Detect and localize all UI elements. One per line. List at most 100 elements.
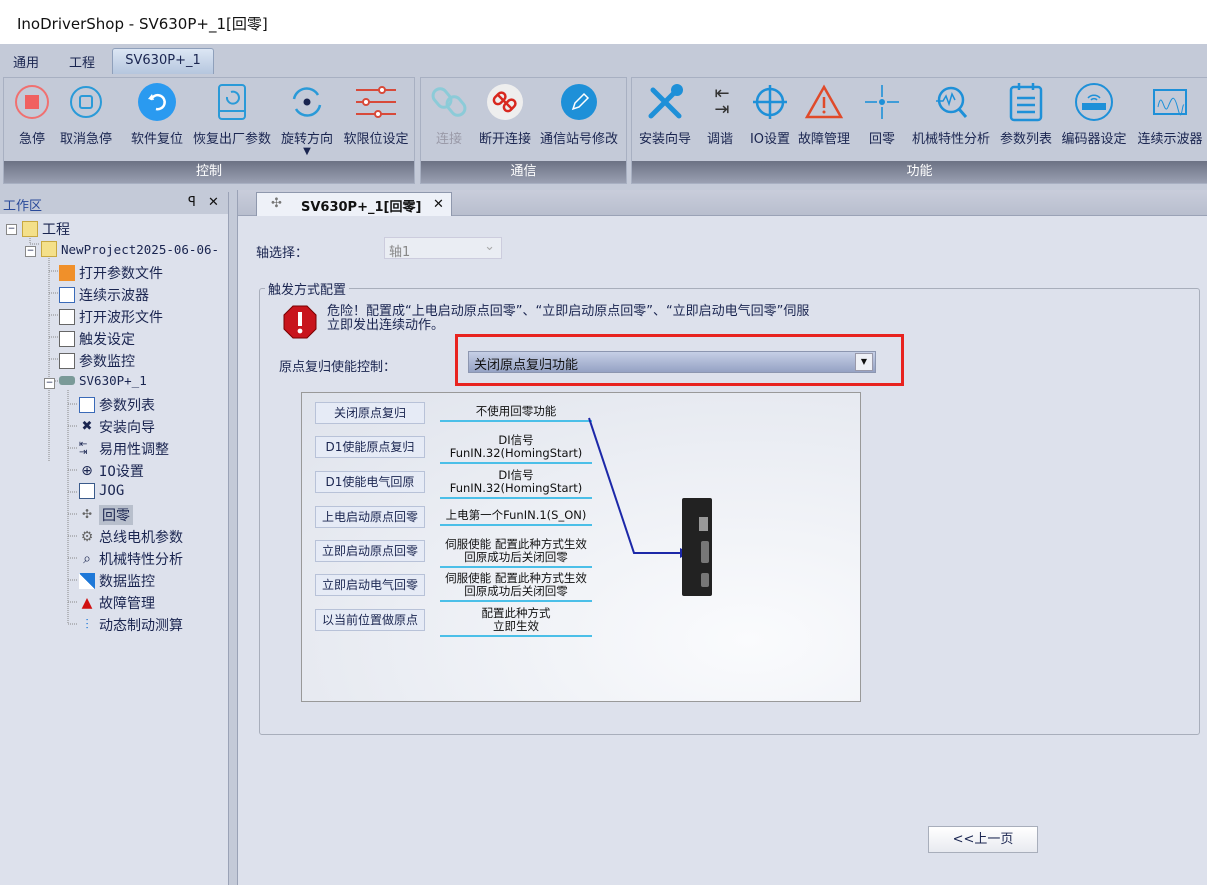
prev-page-button[interactable]: <<上一页 xyxy=(928,826,1038,853)
drive-restore-icon xyxy=(212,82,252,122)
folder-icon xyxy=(41,241,57,257)
open-folder-icon xyxy=(59,265,75,281)
tools-icon: ✖ xyxy=(79,419,95,435)
tuning-button[interactable]: ⇤⇥调谐 xyxy=(702,82,738,147)
mech-analysis-button[interactable]: 机械特性分析 xyxy=(908,82,994,147)
collapse-toggle[interactable]: − xyxy=(44,378,55,389)
tree-item-param-list[interactable]: 参数列表 xyxy=(79,395,155,415)
tree-item-mech-analysis[interactable]: ⌕机械特性分析 xyxy=(79,549,183,569)
chevron-down-icon: ⌄ xyxy=(484,239,495,254)
waveform-file-icon xyxy=(59,309,75,325)
software-reset-button[interactable]: 软件复位 xyxy=(126,82,188,147)
io-settings-button[interactable]: IO设置 xyxy=(746,82,794,147)
encoder-icon xyxy=(1074,82,1114,122)
tree-item-install-wizard[interactable]: ✖安装向导 xyxy=(79,417,155,437)
tree-item-open-param[interactable]: 打开参数文件 xyxy=(59,263,163,283)
doc-tab-homing[interactable]: ✣ SV630P+_1[回零] ✕ xyxy=(256,192,452,216)
tree-item-io[interactable]: ⊕IO设置 xyxy=(79,461,144,481)
window-title: InoDriverShop - SV630P+_1[回零] xyxy=(17,15,268,33)
connector-arrow xyxy=(302,393,862,703)
document-area: ✣ SV630P+_1[回零] ✕ 轴选择： 轴1⌄ 触发方式配置 危险！配置成… xyxy=(237,190,1207,885)
homing-enable-select[interactable]: 关闭原点复归功能▼ xyxy=(468,351,876,373)
link-icon xyxy=(429,82,469,122)
homing-icon: ✣ xyxy=(79,507,95,523)
tuning-icon: ⇤⇥ xyxy=(79,441,95,457)
homing-icon: ✣ xyxy=(271,196,282,211)
sliders-icon xyxy=(356,82,396,122)
tree-item-jog[interactable]: JOG xyxy=(79,483,124,499)
list-icon xyxy=(79,397,95,413)
gear-doc-icon: ⚙ xyxy=(79,529,95,545)
danger-warning: 危险！配置成“上电启动原点回零”、“立即启动原点回零”、“立即启动电气回零”伺服… xyxy=(327,305,809,333)
warning-icon xyxy=(804,82,844,122)
sliders-icon: ⫶ xyxy=(79,617,95,633)
homing-button[interactable]: 回零 xyxy=(860,82,904,147)
servo-drive-image xyxy=(681,497,713,597)
pencil-icon xyxy=(559,82,599,122)
tab-project[interactable]: 工程 xyxy=(59,48,105,74)
tree-item-oscilloscope[interactable]: 连续示波器 xyxy=(59,285,149,305)
analysis-icon: ⌕ xyxy=(79,551,95,567)
soft-limit-button[interactable]: 软限位设定 xyxy=(339,82,413,147)
close-tab-icon[interactable]: ✕ xyxy=(433,197,444,212)
tree-item-project[interactable]: NewProject2025-06-06- xyxy=(41,241,219,257)
tree-item-param-monitor[interactable]: 参数监控 xyxy=(59,351,135,371)
group-label-function: 功能 xyxy=(632,161,1207,183)
waveform-icon xyxy=(1150,82,1190,122)
tree-item-root[interactable]: 工程 xyxy=(22,219,70,239)
tree-item-fault[interactable]: ▲故障管理 xyxy=(79,593,155,613)
bar-chart-icon xyxy=(79,573,95,589)
tree-item-homing[interactable]: ✣回零 xyxy=(79,505,133,525)
group-label-control: 控制 xyxy=(4,161,414,183)
homing-modes-diagram: 关闭原点复归不使用回零功能D1使能原点复归DI信号FunIN.32(Homing… xyxy=(301,392,861,702)
tree-item-waveform-file[interactable]: 打开波形文件 xyxy=(59,307,163,327)
tree-item-dynamic-brake[interactable]: ⫶动态制动测算 xyxy=(79,615,183,635)
homing-icon xyxy=(862,82,902,122)
ribbon-group-function: 安装向导 ⇤⇥调谐 IO设置 故障管理 回零 机械特性分析 参数列表 编码器设定… xyxy=(631,77,1207,184)
axis-label: 轴选择： xyxy=(256,242,308,261)
oscilloscope-button[interactable]: 连续示波器 xyxy=(1134,82,1206,147)
doc-icon xyxy=(59,353,75,369)
tree-item-usability[interactable]: ⇤⇥易用性调整 xyxy=(79,439,169,459)
dropdown-arrow-icon[interactable]: ▼ xyxy=(277,147,337,157)
undo-icon xyxy=(137,82,177,122)
fault-management-button[interactable]: 故障管理 xyxy=(796,82,852,147)
dropdown-arrow-icon[interactable]: ▼ xyxy=(855,353,873,371)
tab-general[interactable]: 通用 xyxy=(3,48,49,74)
tools-icon xyxy=(645,82,685,122)
axis-select[interactable]: 轴1⌄ xyxy=(384,237,502,259)
param-list-button[interactable]: 参数列表 xyxy=(998,82,1054,147)
install-wizard-button[interactable]: 安装向导 xyxy=(635,82,695,147)
cancel-estop-button[interactable]: 取消急停 xyxy=(56,82,116,147)
collapse-toggle[interactable]: − xyxy=(25,246,36,257)
disconnect-button[interactable]: 断开连接 xyxy=(475,82,535,147)
tree-item-device[interactable]: SV630P+_1 xyxy=(59,373,147,388)
tab-device[interactable]: SV630P+_1 xyxy=(112,48,214,74)
tree-item-data-monitor[interactable]: 数据监控 xyxy=(79,571,155,591)
title-bar: InoDriverShop - SV630P+_1[回零] xyxy=(0,0,1207,44)
group-title: 触发方式配置 xyxy=(265,279,349,298)
factory-reset-button[interactable]: 恢复出厂参数 xyxy=(190,82,274,147)
danger-icon xyxy=(283,305,317,339)
trigger-icon xyxy=(59,331,75,347)
rotate-icon xyxy=(287,82,327,122)
station-edit-button[interactable]: 通信站号修改 xyxy=(536,82,622,147)
ribbon-tabs: 通用 工程 SV630P+_1 xyxy=(0,44,1207,74)
encoder-settings-button[interactable]: 编码器设定 xyxy=(1058,82,1130,147)
warning-icon: ▲ xyxy=(79,595,95,611)
estop-button[interactable]: 急停 xyxy=(8,82,56,147)
tree-item-bus-motor[interactable]: ⚙总线电机参数 xyxy=(79,527,183,547)
document-tabs: ✣ SV630P+_1[回零] ✕ xyxy=(238,190,1207,216)
tree-item-trigger[interactable]: 触发设定 xyxy=(59,329,135,349)
connect-button[interactable]: 连接 xyxy=(425,82,473,147)
unlink-icon xyxy=(485,82,525,122)
jog-icon xyxy=(79,483,95,499)
workspace-panel: 工作区 ꟼ ✕ − 工程 − NewProject2025-06-06- 打开参… xyxy=(0,192,229,885)
analysis-icon xyxy=(931,82,971,122)
ribbon-group-control: 急停 取消急停 软件复位 恢复出厂参数 旋转方向▼ 软限位设定 控制 xyxy=(3,77,415,184)
list-icon xyxy=(1006,82,1046,122)
scope-icon xyxy=(59,287,75,303)
drive-icon xyxy=(59,376,75,385)
collapse-toggle[interactable]: − xyxy=(6,224,17,235)
rotation-direction-button[interactable]: 旋转方向▼ xyxy=(277,82,337,157)
